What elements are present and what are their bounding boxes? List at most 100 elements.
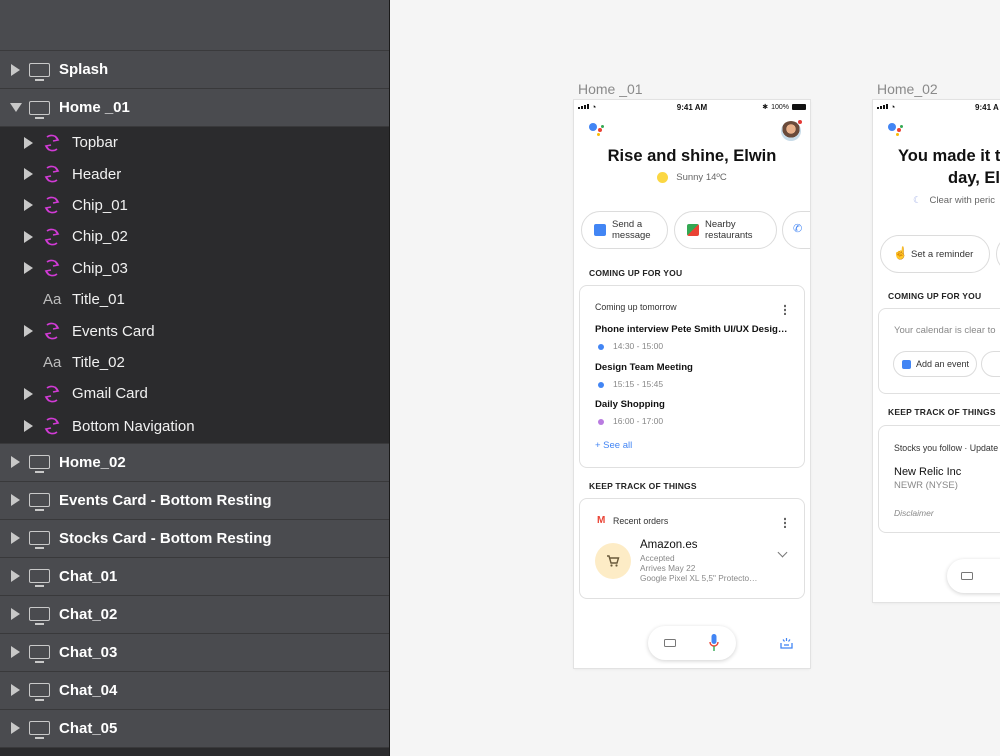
expand-caret-icon[interactable] <box>24 420 33 433</box>
layer-label: Home_02 <box>59 453 126 471</box>
layer-artboard-home02[interactable]: Home_02 <box>0 443 389 482</box>
layer-events-card[interactable]: Events Card <box>0 315 389 347</box>
expand-caret-icon[interactable] <box>11 494 20 507</box>
layer-chip-01[interactable]: Chip_01 <box>0 189 389 222</box>
layer-artboard-events-card-bottom[interactable]: Events Card - Bottom Resting <box>0 481 389 520</box>
layer-artboard-chat-05[interactable]: Chat_05 <box>0 709 389 748</box>
greeting-title: Rise and shine, Elwin <box>607 147 777 165</box>
artboard-icon <box>29 531 50 550</box>
layer-label: Header <box>72 165 122 183</box>
chip-next-action[interactable] <box>981 351 1000 377</box>
layer-bottom-navigation[interactable]: Bottom Navigation <box>0 409 389 444</box>
layer-artboard-chat-04[interactable]: Chat_04 <box>0 671 389 710</box>
stocks-card[interactable]: Stocks you follow · Update New Relic Inc… <box>878 425 1000 533</box>
layer-artboard-stocks-card-bottom[interactable]: Stocks Card - Bottom Resting <box>0 519 389 558</box>
design-canvas[interactable]: Home _01 ◔ 9:41 AM ✱ 100% Rise and shine… <box>390 0 1000 756</box>
layer-artboard-home01[interactable]: Home _01 <box>0 89 389 127</box>
chip-call[interactable]: ✆ <box>782 211 810 249</box>
more-options-icon[interactable] <box>783 517 786 528</box>
artboard-home01[interactable]: ◔ 9:41 AM ✱ 100% Rise and shine, Elwin S… <box>574 100 810 668</box>
event-title[interactable]: Design Team Meeting <box>595 362 790 373</box>
expand-caret-icon[interactable] <box>24 136 33 149</box>
shopping-cart-icon <box>595 543 631 579</box>
disclaimer-link[interactable]: Disclaimer <box>894 508 934 518</box>
layer-gmail-card[interactable]: Gmail Card <box>0 378 389 410</box>
weather-text: Clear with peric <box>929 195 995 206</box>
layer-title-02[interactable]: Aa Title_02 <box>0 346 389 379</box>
expand-caret-icon[interactable] <box>24 230 33 243</box>
bluetooth-icon: ✱ <box>762 104 769 111</box>
more-options-icon[interactable] <box>783 304 786 315</box>
avatar[interactable] <box>781 119 803 141</box>
google-assistant-icon[interactable] <box>589 123 605 137</box>
greeting-title-line1: You made it th <box>898 147 1000 165</box>
artboard-icon <box>29 607 50 626</box>
layer-label: Title_01 <box>72 291 125 309</box>
layer-title-01[interactable]: Aa Title_01 <box>0 283 389 316</box>
expand-caret-icon[interactable] <box>24 199 33 212</box>
weather-text: Sunny 14ºC <box>676 172 727 184</box>
expand-caret-icon[interactable] <box>11 63 20 76</box>
expand-caret-icon[interactable] <box>11 722 20 735</box>
artboard-icon <box>29 645 50 664</box>
order-status: Accepted <box>640 553 675 563</box>
expand-caret-icon[interactable] <box>24 325 33 338</box>
calendar-color-dot <box>598 344 604 350</box>
chip-set-reminder[interactable]: ☝ Set a reminder <box>880 235 990 273</box>
expand-caret-icon[interactable] <box>11 570 20 583</box>
layer-artboard-chat-03[interactable]: Chat_03 <box>0 633 389 672</box>
explore-icon[interactable] <box>780 637 793 649</box>
layer-artboard-chat-01[interactable]: Chat_01 <box>0 557 389 596</box>
symbol-icon <box>44 165 60 183</box>
status-time: 9:41 A <box>975 103 999 112</box>
chip-next[interactable] <box>996 235 1000 273</box>
artboard-home02[interactable]: ◔ 9:41 A You made it th day, El ☾ Clear w… <box>873 100 1000 602</box>
chevron-down-icon[interactable] <box>777 547 788 558</box>
assistant-input-bar[interactable] <box>648 626 736 660</box>
assistant-input-bar[interactable] <box>947 559 1000 593</box>
status-bar: ◔ 9:41 A <box>873 100 1000 114</box>
collapse-caret-icon[interactable] <box>10 103 22 112</box>
expand-caret-icon[interactable] <box>24 387 33 400</box>
stocks-card-header: Stocks you follow · Update <box>894 443 999 453</box>
keyboard-icon[interactable] <box>961 572 973 580</box>
artboard-title-home02[interactable]: Home_02 <box>877 81 938 97</box>
artboard-icon <box>29 683 50 702</box>
expand-caret-icon[interactable] <box>11 532 20 545</box>
layer-header[interactable]: Header <box>0 158 389 190</box>
layer-artboard-splash[interactable]: Splash <box>0 51 389 89</box>
layer-artboard-chat-02[interactable]: Chat_02 <box>0 595 389 634</box>
events-card[interactable]: Coming up tomorrow Phone interview Pete … <box>579 285 805 468</box>
event-title[interactable]: Daily Shopping <box>595 399 790 410</box>
symbol-icon <box>44 197 60 214</box>
event-title[interactable]: Phone interview Pete Smith UI/UX Desig… <box>595 324 790 335</box>
expand-caret-icon[interactable] <box>11 646 20 659</box>
calendar-card[interactable]: Your calendar is clear to Add an event <box>878 308 1000 394</box>
expand-caret-icon[interactable] <box>11 608 20 621</box>
orders-card[interactable]: M Recent orders Amazon.es Accepted Arriv… <box>579 498 805 599</box>
chip-nearby-restaurants[interactable]: Nearby restaurants <box>674 211 777 249</box>
expand-caret-icon[interactable] <box>24 168 33 181</box>
expand-caret-icon[interactable] <box>24 262 33 275</box>
add-event-button[interactable]: Add an event <box>893 351 977 377</box>
layer-label: Chat_01 <box>59 567 118 585</box>
google-assistant-icon[interactable] <box>888 123 904 137</box>
microphone-icon[interactable] <box>709 634 719 652</box>
artboard-icon <box>29 100 50 119</box>
layer-topbar[interactable]: Topbar <box>0 127 389 159</box>
expand-caret-icon[interactable] <box>11 456 20 469</box>
artboard-title-home01[interactable]: Home _01 <box>578 81 643 97</box>
layer-label: Chat_02 <box>59 605 118 623</box>
layer-chip-02[interactable]: Chip_02 <box>0 221 389 253</box>
expand-caret-icon[interactable] <box>11 684 20 697</box>
layer-chip-03[interactable]: Chip_03 <box>0 252 389 284</box>
keyboard-icon[interactable] <box>664 639 676 647</box>
orders-card-header: Recent orders <box>613 516 669 526</box>
layer-label: Topbar <box>72 134 118 152</box>
text-layer-icon: Aa <box>43 353 62 371</box>
see-all-link[interactable]: + See all <box>595 440 632 451</box>
section-title-keep-track: KEEP TRACK OF THINGS <box>888 407 996 417</box>
chip-label: Nearby restaurants <box>705 219 753 241</box>
chip-send-message[interactable]: Send a message <box>581 211 668 249</box>
greeting-title-line2: day, El <box>948 169 1000 187</box>
